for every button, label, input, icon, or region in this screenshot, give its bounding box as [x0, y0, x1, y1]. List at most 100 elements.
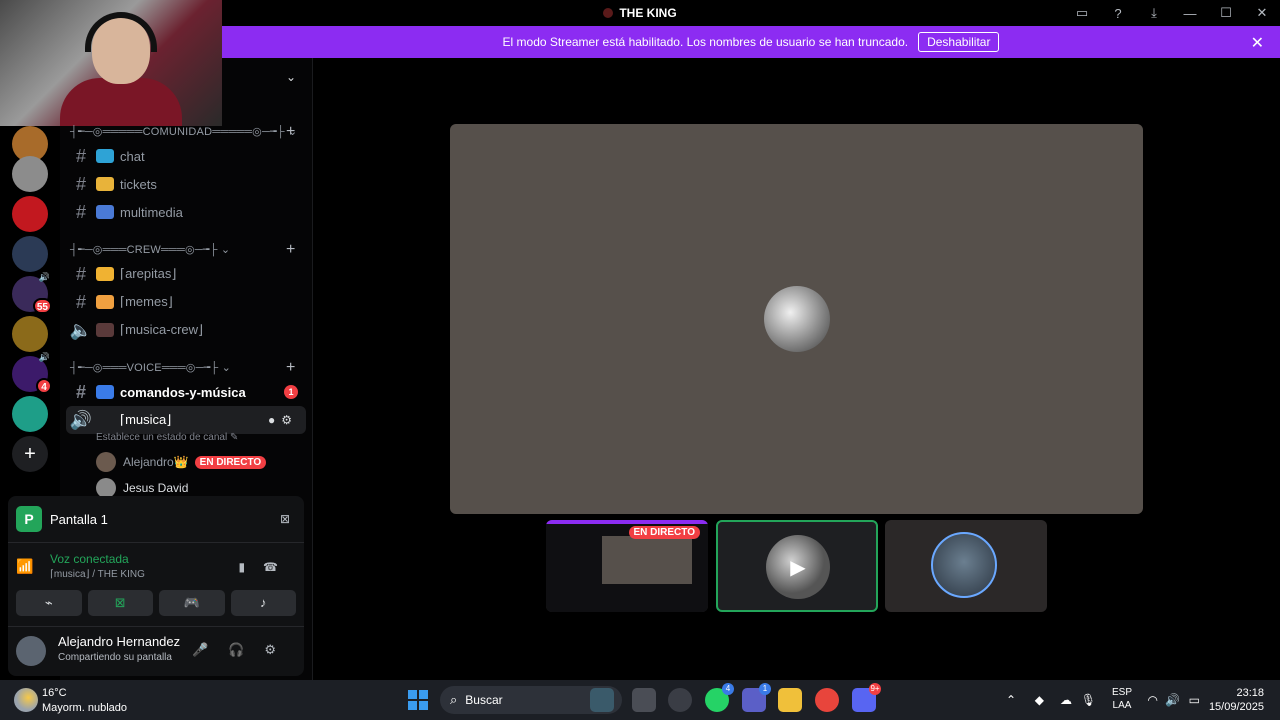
speaker-icon: 🔊	[69, 409, 93, 430]
signal-icon: 📶	[16, 558, 34, 574]
close-window-button[interactable]: ✕	[1244, 0, 1280, 26]
channel-emoji-icon	[96, 267, 114, 281]
voice-channel-controls[interactable]: ●⚙	[268, 413, 298, 427]
add-channel-icon[interactable]: +	[286, 359, 296, 377]
screen-share-row[interactable]: P Pantalla 1 ⊠	[16, 504, 296, 534]
speaker-icon: 🔊	[38, 352, 50, 362]
hash-icon: #	[75, 173, 86, 194]
voice-location[interactable]: ⌈musica⌋ / THE KING	[50, 569, 145, 580]
category-crew[interactable]: ┤╾─◎═══CREW═══◎─╼├ ⌄ +	[70, 241, 295, 259]
chevron-down-icon[interactable]: ⌄	[286, 70, 296, 84]
channel-comandos-y-musica[interactable]: # comandos-y-música 1	[66, 378, 306, 406]
stream-tile[interactable]: EN DIRECTO	[546, 520, 708, 612]
language-indicator[interactable]: ESP LAA	[1112, 686, 1132, 712]
avatar	[96, 478, 116, 498]
user-area: Alejandro Hernandez Compartiendo su pant…	[16, 632, 296, 670]
file-explorer-icon[interactable]	[778, 688, 802, 712]
add-channel-icon[interactable]: +	[286, 241, 296, 259]
webcam-overlay	[0, 0, 222, 126]
battery-icon[interactable]: ▭	[1189, 693, 1200, 707]
voice-connection: 📶 Voz conectada ⌈musica⌋ / THE KING ▮☎	[16, 550, 296, 586]
start-button[interactable]	[408, 690, 428, 710]
channel-musica-crew[interactable]: 🔈 ⌈musica-crew⌋	[66, 316, 306, 344]
wifi-icon[interactable]: ◠	[1148, 693, 1158, 707]
participant-tile[interactable]: ▶	[716, 520, 878, 612]
category-comunidad[interactable]: ┤╾─◎═════COMUNIDAD═════◎─╼├ ⌄ +	[70, 123, 297, 141]
voice-actions[interactable]: ▮☎	[238, 560, 296, 574]
server-icon[interactable]	[12, 396, 48, 432]
preview-pane	[602, 536, 692, 584]
server-icon	[603, 8, 614, 18]
chrome-icon[interactable]	[815, 688, 839, 712]
voice-status[interactable]: Voz conectada	[50, 552, 129, 566]
channel-arepitas[interactable]: # ⌈arepitas⌋	[66, 260, 306, 288]
channel-emoji-icon	[96, 385, 114, 399]
meet-icon[interactable]: 1	[742, 683, 771, 712]
volume-icon[interactable]: 🔊	[1165, 693, 1180, 707]
task-view-icon[interactable]	[632, 688, 656, 712]
streamer-mode-banner: El modo Streamer está habilitado. Los no…	[222, 26, 1280, 58]
speaker-icon: 🔈	[69, 319, 93, 340]
server-icon[interactable]	[12, 156, 48, 192]
channel-multimedia[interactable]: # multimedia	[66, 198, 306, 226]
screen-share-button[interactable]: ⊠	[87, 590, 153, 616]
avatar	[764, 286, 830, 352]
app-icon[interactable]	[590, 688, 614, 712]
chevron-up-icon[interactable]: ⌃	[1006, 693, 1016, 707]
user-controls[interactable]: 🎤🎧⚙	[192, 642, 296, 658]
hash-icon: #	[75, 201, 86, 222]
download-icon[interactable]: ⤓	[1136, 0, 1172, 26]
user-status: Compartiendo su pantalla	[58, 652, 172, 663]
live-badge: EN DIRECTO	[628, 526, 700, 539]
avatar	[931, 532, 997, 598]
channel-emoji-icon	[96, 149, 114, 163]
participant-tile[interactable]	[885, 520, 1047, 612]
voice-channel-musica[interactable]: 🔊 ⌈musica⌋ ●⚙	[66, 406, 306, 434]
camera-off-button[interactable]: ⌁	[16, 590, 82, 616]
notification-badge: 55	[32, 298, 52, 314]
voice-user-alejandro[interactable]: Alejandro 👑 EN DIRECTO	[96, 451, 267, 473]
minimize-button[interactable]: —	[1172, 0, 1208, 26]
server-icon[interactable]	[12, 316, 48, 352]
disable-streamer-button[interactable]: Deshabilitar	[918, 32, 1000, 52]
category-voice[interactable]: ┤╾─◎═══VOICE═══◎─╼├ ⌄ +	[70, 359, 295, 377]
channel-emoji-icon	[96, 177, 114, 191]
user-name[interactable]: Alejandro Hernandez	[58, 634, 180, 649]
inbox-icon[interactable]: ▭	[1064, 0, 1100, 26]
server-icon[interactable]: 🔊 55	[12, 272, 52, 314]
app-icon[interactable]	[668, 688, 692, 712]
server-icon[interactable]: 🔊 4	[12, 352, 52, 394]
close-banner-icon[interactable]: ✕	[1251, 33, 1264, 53]
maximize-button[interactable]: ☐	[1208, 0, 1244, 26]
add-channel-icon[interactable]: +	[286, 123, 296, 141]
whatsapp-icon[interactable]: 4	[705, 683, 734, 712]
hash-icon: #	[75, 381, 86, 402]
cloud-icon[interactable]: ☁	[1060, 693, 1072, 707]
channel-chat[interactable]: # chat	[66, 142, 306, 170]
screen-share-label: Pantalla 1	[50, 511, 108, 527]
channel-tickets[interactable]: # tickets	[66, 170, 306, 198]
mic-icon[interactable]: 🎙	[1081, 693, 1096, 707]
avatar[interactable]	[16, 636, 46, 666]
channel-status-hint[interactable]: Establece un estado de canal ✎	[96, 432, 238, 443]
main-video[interactable]	[450, 124, 1143, 514]
hash-icon: #	[75, 145, 86, 166]
taskbar: 16°C Mayorm. nublado ⌕ Buscar 4 1 9+ ⌃ ◆ …	[0, 680, 1280, 720]
headphones-shape	[85, 12, 157, 52]
discord-icon[interactable]: 9+	[852, 683, 881, 712]
mention-badge: 1	[284, 385, 298, 399]
channel-emoji-icon	[96, 205, 114, 219]
activity-button[interactable]: 🎮	[159, 590, 225, 616]
preview-banner	[546, 520, 708, 524]
defender-icon[interactable]: ◆	[1035, 693, 1044, 707]
help-icon[interactable]: ?	[1100, 0, 1136, 26]
server-icon[interactable]	[12, 196, 48, 232]
server-icon[interactable]	[12, 236, 48, 272]
soundboard-button[interactable]: ♪	[230, 590, 296, 616]
stop-share-icon[interactable]: ⊠	[280, 512, 290, 526]
channel-memes[interactable]: # ⌈memes⌋	[66, 288, 306, 316]
clock[interactable]: 23:18 15/09/2025	[1209, 686, 1264, 714]
search-icon: ⌕	[450, 692, 458, 707]
add-server-button[interactable]: +	[12, 436, 48, 472]
notification-badge: 4	[36, 378, 52, 394]
